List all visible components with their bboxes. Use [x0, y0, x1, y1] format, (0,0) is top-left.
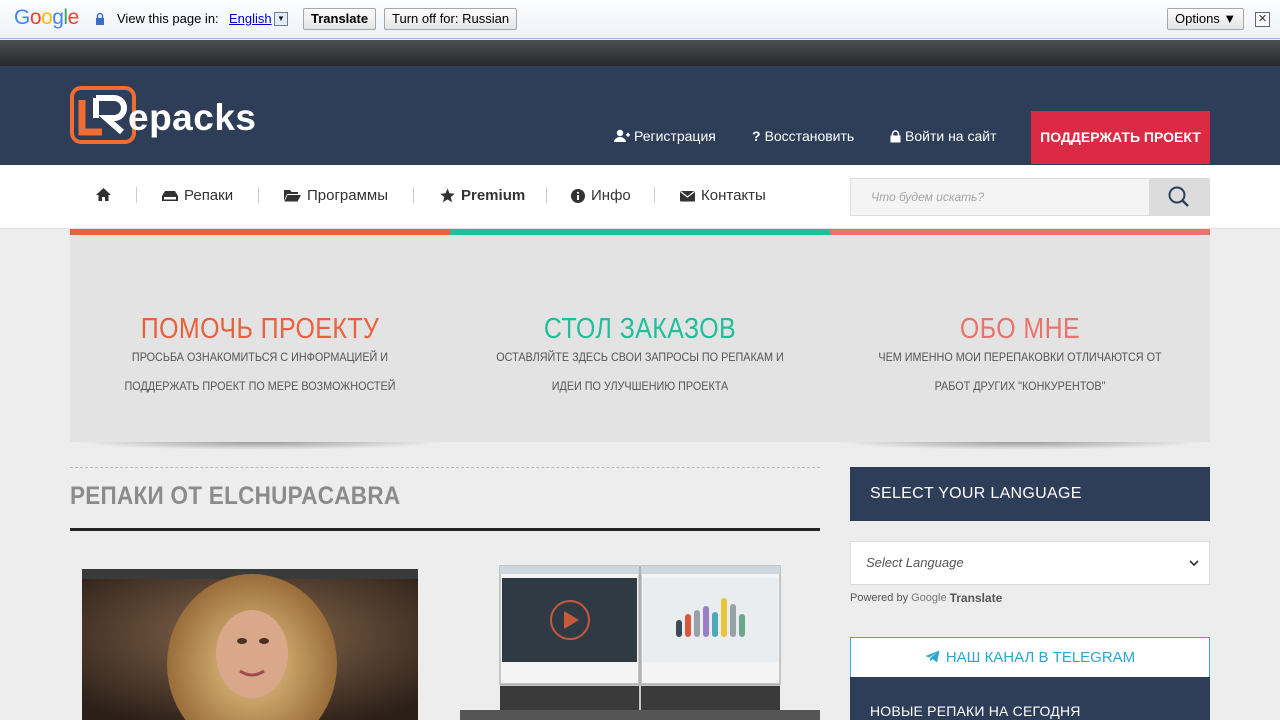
feature-shadow	[76, 442, 444, 450]
section-rule	[70, 528, 820, 531]
new-repacks-heading: НОВЫЕ РЕПАКИ НА СЕГОДНЯ	[850, 677, 1210, 720]
main-nav: Репаки Программы Premium Инфо Контакты	[0, 165, 1280, 229]
google-logo: Google	[14, 6, 79, 29]
feature-title: ОБО МНЕ	[959, 313, 1081, 345]
search-input[interactable]	[851, 179, 1149, 215]
feature-description: ЧЕМ ИМЕННО МОИ ПЕРЕПАКОВКИ ОТЛИЧАЮТСЯ ОТ…	[878, 350, 1162, 393]
search-box	[850, 178, 1210, 216]
nav-separator	[654, 187, 655, 203]
user-plus-icon	[614, 129, 630, 142]
language-widget-heading: SELECT YOUR LANGUAGE	[850, 467, 1210, 521]
feature-accent-bar	[830, 229, 1210, 235]
nav-separator	[546, 187, 547, 203]
nav-contacts-label: Контакты	[701, 187, 766, 204]
language-link[interactable]: English	[229, 11, 272, 26]
google-text: Google	[911, 592, 947, 604]
lock-icon	[96, 12, 104, 25]
section-title: РЕПАКИ ОТ ELCHUPACABRA	[70, 482, 401, 510]
translate-bar: Google View this page in: English ▼ Tran…	[0, 0, 1280, 39]
nav-repacks-label: Репаки	[184, 187, 234, 204]
telegram-icon	[925, 650, 940, 663]
close-icon[interactable]: ✕	[1255, 12, 1270, 27]
translate-button[interactable]: Translate	[303, 8, 377, 30]
powered-by-label: Powered by	[850, 592, 909, 604]
telegram-channel-button[interactable]: НАШ КАНАЛ В TELEGRAM	[850, 637, 1210, 678]
register-label: Регистрация	[634, 128, 716, 144]
login-label: Войти на сайт	[905, 128, 997, 144]
language-dropdown-icon[interactable]: ▼	[274, 12, 288, 26]
translate-prompt: View this page in:	[117, 11, 219, 26]
logo-text[interactable]: epacks	[128, 97, 257, 139]
repack-thumbnail-player[interactable]	[460, 564, 820, 720]
section-divider	[70, 467, 820, 468]
hdd-icon	[162, 190, 178, 201]
nav-separator	[258, 187, 259, 203]
search-icon	[1168, 186, 1189, 207]
feature-title: ПОМОЧЬ ПРОЕКТУ	[140, 313, 380, 345]
login-link[interactable]: Войти на сайт	[890, 128, 997, 144]
envelope-icon	[680, 190, 695, 201]
options-button[interactable]: Options ▼	[1167, 8, 1245, 30]
feature-help-project[interactable]: ПОМОЧЬ ПРОЕКТУ ПРОСЬБА ОЗНАКОМИТЬСЯ С ИН…	[70, 229, 450, 442]
feature-description: ОСТАВЛЯЙТЕ ЗДЕСЬ СВОИ ЗАПРОСЫ ПО РЕПАКАМ…	[496, 350, 784, 393]
nav-programs[interactable]: Программы	[284, 187, 388, 204]
powered-by-google: Powered by Google Translate	[850, 591, 1002, 605]
nav-repacks[interactable]: Репаки	[162, 187, 233, 204]
question-icon: ?	[752, 128, 761, 144]
feature-about-me[interactable]: ОБО МНЕ ЧЕМ ИМЕННО МОИ ПЕРЕПАКОВКИ ОТЛИЧ…	[830, 229, 1210, 442]
site-header: epacks Регистрация ? Восстановить Войти …	[0, 66, 1280, 165]
feature-order-desk[interactable]: СТОЛ ЗАКАЗОВ ОСТАВЛЯЙТЕ ЗДЕСЬ СВОИ ЗАПРО…	[450, 229, 830, 442]
video-screenshot-image	[82, 569, 418, 720]
search-button[interactable]	[1149, 179, 1209, 215]
register-link[interactable]: Регистрация	[614, 128, 716, 144]
star-icon	[440, 188, 455, 203]
language-select[interactable]: Select Language	[850, 541, 1210, 585]
translate-link[interactable]: Translate	[950, 591, 1003, 605]
repack-thumbnail-video[interactable]	[82, 569, 418, 720]
feature-description: ПРОСЬБА ОЗНАКОМИТЬСЯ С ИНФОРМАЦИЕЙ И ПОД…	[124, 350, 396, 393]
feature-accent-bar	[450, 229, 830, 235]
telegram-label: НАШ КАНАЛ В TELEGRAM	[945, 649, 1136, 666]
nav-contacts[interactable]: Контакты	[680, 187, 766, 204]
nav-premium-label: Premium	[461, 187, 526, 204]
folder-open-icon	[284, 190, 301, 202]
restore-link[interactable]: ? Восстановить	[752, 128, 854, 144]
nav-info-label: Инфо	[591, 187, 631, 204]
info-circle-icon	[571, 188, 585, 203]
feature-shadow	[836, 442, 1204, 450]
support-project-button[interactable]: ПОДДЕРЖАТЬ ПРОЕКТ	[1031, 111, 1210, 164]
nav-info[interactable]: Инфо	[571, 187, 631, 204]
feature-title: СТОЛ ЗАКАЗОВ	[543, 313, 737, 345]
lock-icon	[890, 129, 901, 142]
nav-programs-label: Программы	[307, 187, 389, 204]
nav-separator	[136, 187, 137, 203]
turn-off-button[interactable]: Turn off for: Russian	[384, 8, 518, 30]
restore-label: Восстановить	[764, 128, 855, 144]
home-icon	[96, 188, 111, 201]
feature-accent-bar	[70, 229, 450, 235]
top-strip	[0, 40, 1280, 66]
chevron-down-icon	[1189, 542, 1199, 603]
nav-premium[interactable]: Premium	[440, 187, 525, 204]
language-select-value: Select Language	[866, 555, 964, 570]
player-screenshot-image	[460, 564, 820, 720]
google-wordmark[interactable]: Google	[911, 592, 946, 604]
nav-separator	[413, 187, 414, 203]
nav-home[interactable]	[95, 187, 112, 202]
